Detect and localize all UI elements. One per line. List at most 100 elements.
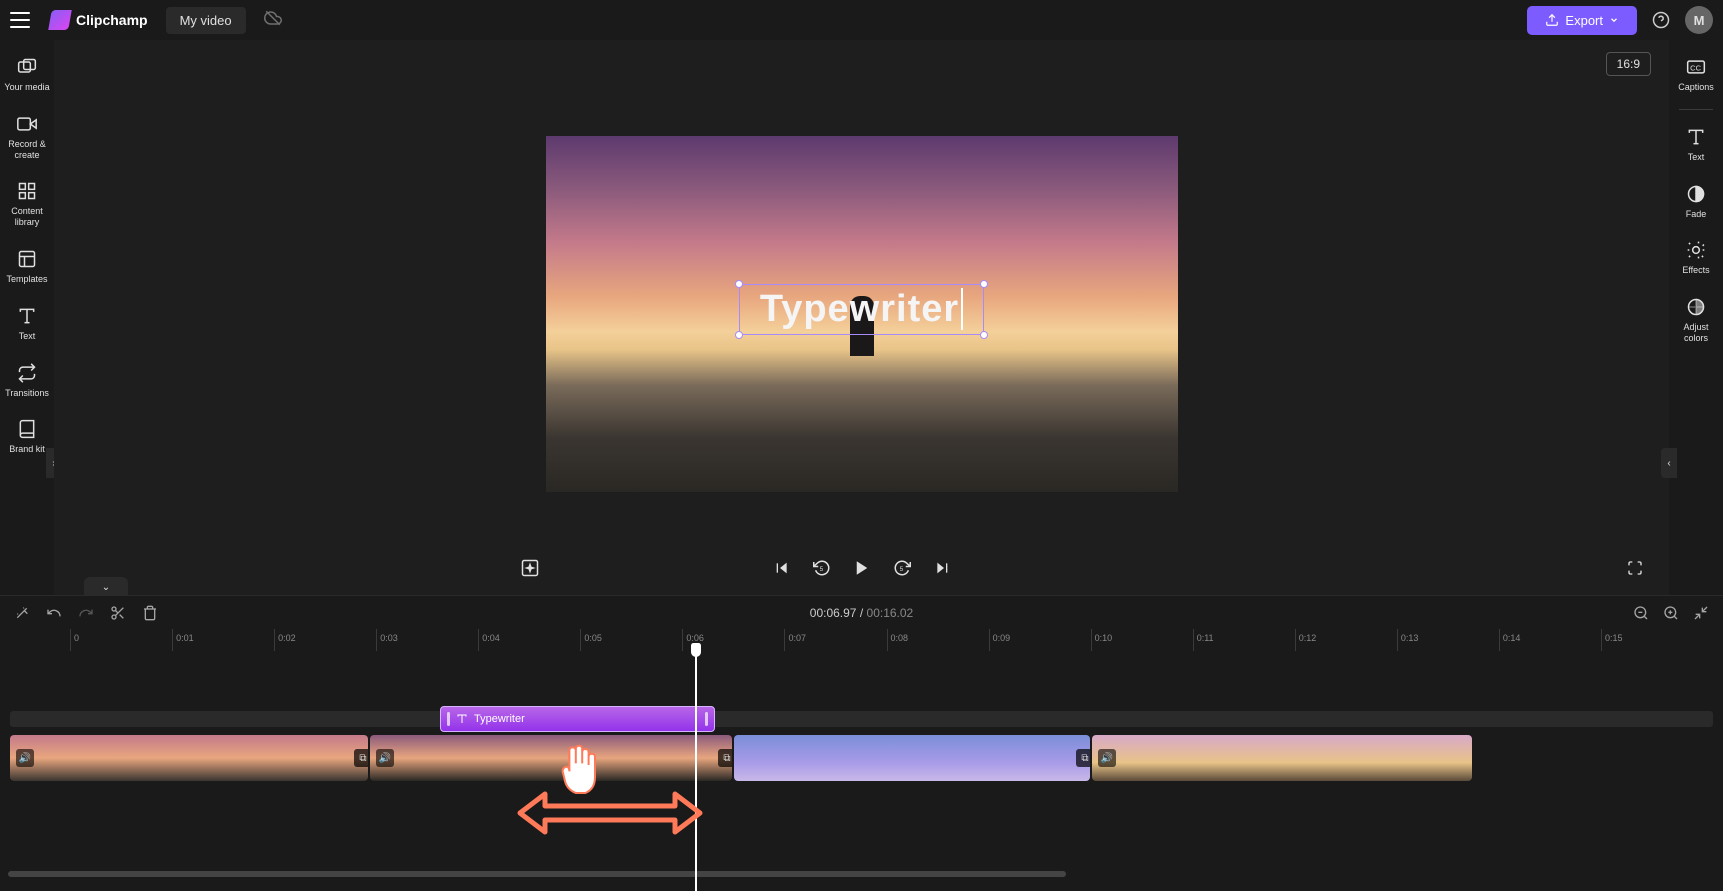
upload-icon: [1545, 13, 1559, 27]
menu-hamburger-icon[interactable]: [10, 12, 30, 28]
timeline-toolbar: 00:06.97 / 00:16.02: [0, 595, 1723, 629]
sidebar-record-create-label: Record & create: [2, 139, 52, 161]
transition-button[interactable]: ⧉: [1076, 749, 1090, 767]
sidebar-your-media[interactable]: Your media: [0, 48, 54, 101]
auto-enhance-button[interactable]: [516, 554, 544, 582]
rsb-captions[interactable]: CC Captions: [1669, 48, 1723, 101]
preview-canvas[interactable]: Typewriter: [546, 136, 1178, 492]
user-avatar[interactable]: M: [1685, 6, 1713, 34]
sidebar-content-library-label: Content library: [2, 206, 52, 228]
forward-5-button[interactable]: 5: [888, 554, 916, 582]
collapse-right-chevron[interactable]: ‹: [1661, 448, 1677, 478]
resize-handle-tr[interactable]: [980, 280, 988, 288]
brand-logo[interactable]: Clipchamp: [50, 10, 148, 30]
rewind-5-button[interactable]: 5: [808, 554, 836, 582]
sidebar-transitions-label: Transitions: [5, 388, 49, 399]
resize-handle-tl[interactable]: [735, 280, 743, 288]
ruler-mark[interactable]: 0:09: [989, 629, 1091, 651]
magic-tool-button[interactable]: [12, 603, 32, 623]
playhead[interactable]: [695, 651, 697, 891]
sidebar-text[interactable]: Text: [0, 297, 54, 350]
rsb-adjust-colors[interactable]: Adjust colors: [1669, 288, 1723, 352]
clip-trim-right[interactable]: [705, 712, 708, 726]
forward-icon: 5: [893, 559, 911, 577]
ruler-mark[interactable]: 0:07: [784, 629, 886, 651]
zoom-in-button[interactable]: [1661, 603, 1681, 623]
overlay-text-content[interactable]: Typewriter: [760, 288, 963, 330]
ruler-mark[interactable]: 0:10: [1091, 629, 1193, 651]
resize-handle-br[interactable]: [980, 331, 988, 339]
ruler-mark[interactable]: 0:05: [580, 629, 682, 651]
horizontal-scrollbar[interactable]: [0, 871, 1723, 879]
undo-button[interactable]: [44, 603, 64, 623]
fit-zoom-button[interactable]: [1691, 603, 1711, 623]
clip-audio-icon[interactable]: 🔊: [376, 749, 394, 767]
skip-forward-button[interactable]: [928, 554, 956, 582]
split-button[interactable]: [108, 603, 128, 623]
text-clip-typewriter[interactable]: Typewriter: [440, 706, 715, 732]
sidebar-your-media-label: Your media: [4, 82, 49, 93]
ruler-mark[interactable]: 0:04: [478, 629, 580, 651]
right-sidebar-separator: [1679, 109, 1713, 110]
avatar-initial: M: [1694, 13, 1705, 28]
project-name-field[interactable]: My video: [166, 7, 246, 34]
clip-audio-icon[interactable]: 🔊: [1098, 749, 1116, 767]
sidebar-templates[interactable]: Templates: [0, 240, 54, 293]
effects-icon: [1686, 240, 1706, 260]
transition-button[interactable]: ⧉: [718, 749, 732, 767]
ruler-mark[interactable]: 0: [70, 629, 172, 651]
sidebar-text-label: Text: [19, 331, 36, 342]
skip-back-button[interactable]: [768, 554, 796, 582]
zoom-out-icon: [1633, 605, 1649, 621]
text-clip-icon: [456, 713, 468, 725]
playhead-head-icon[interactable]: [691, 643, 701, 657]
video-clip-4[interactable]: 🔊: [1092, 735, 1472, 781]
transition-button[interactable]: ⧉: [354, 749, 368, 767]
video-track[interactable]: 🔊 ⧉ 🔊 ⧉ ⧉ 🔊: [10, 735, 1713, 781]
fullscreen-button[interactable]: [1621, 554, 1649, 582]
sidebar-record-create[interactable]: Record & create: [0, 105, 54, 169]
timeline-tracks[interactable]: Typewriter 🔊 ⧉ 🔊 ⧉ ⧉ 🔊: [0, 651, 1723, 871]
rsb-text[interactable]: Text: [1669, 118, 1723, 171]
video-clip-3[interactable]: ⧉: [734, 735, 1090, 781]
text-track[interactable]: Typewriter: [10, 711, 1713, 727]
ruler-mark[interactable]: 0:02: [274, 629, 376, 651]
collapse-timeline-toggle[interactable]: ⌄: [84, 577, 128, 597]
help-button[interactable]: [1647, 6, 1675, 34]
video-clip-1[interactable]: 🔊 ⧉: [10, 735, 368, 781]
clip-audio-icon[interactable]: 🔊: [16, 749, 34, 767]
ruler-mark[interactable]: 0:12: [1295, 629, 1397, 651]
aspect-ratio-button[interactable]: 16:9: [1606, 52, 1651, 76]
resize-handle-bl[interactable]: [735, 331, 743, 339]
sidebar-transitions[interactable]: Transitions: [0, 354, 54, 407]
ruler-mark[interactable]: 0:11: [1193, 629, 1295, 651]
zoom-out-button[interactable]: [1631, 603, 1651, 623]
sync-off-icon[interactable]: [264, 9, 282, 32]
right-sidebar: CC Captions Text Fade Effects Adjust col…: [1669, 40, 1723, 595]
text-prop-icon: [1686, 127, 1706, 147]
rsb-effects[interactable]: Effects: [1669, 231, 1723, 284]
ruler-mark[interactable]: 0:03: [376, 629, 478, 651]
ruler-mark[interactable]: 0:15: [1601, 629, 1703, 651]
ruler-mark[interactable]: 0:08: [887, 629, 989, 651]
play-button[interactable]: [848, 554, 876, 582]
video-clip-2[interactable]: 🔊 ⧉: [370, 735, 732, 781]
ruler-mark[interactable]: 0:14: [1499, 629, 1601, 651]
sidebar-content-library[interactable]: Content library: [0, 172, 54, 236]
delete-button[interactable]: [140, 603, 160, 623]
rsb-captions-label: Captions: [1678, 82, 1714, 93]
question-icon: [1652, 11, 1670, 29]
timeline-ruler[interactable]: 00:010:020:030:040:050:060:070:080:090:1…: [0, 629, 1723, 651]
svg-text:5: 5: [819, 567, 823, 573]
text-icon: [17, 306, 37, 326]
preview-area[interactable]: Typewriter: [54, 88, 1669, 540]
text-clip-label: Typewriter: [474, 713, 525, 725]
export-button[interactable]: Export: [1527, 6, 1637, 35]
rsb-fade[interactable]: Fade: [1669, 175, 1723, 228]
ruler-mark[interactable]: 0:13: [1397, 629, 1499, 651]
ruler-mark[interactable]: 0:01: [172, 629, 274, 651]
text-overlay-selection[interactable]: Typewriter: [739, 284, 984, 335]
rsb-fade-label: Fade: [1686, 209, 1707, 220]
scrollbar-thumb[interactable]: [8, 871, 1066, 877]
clip-trim-left[interactable]: [447, 712, 450, 726]
